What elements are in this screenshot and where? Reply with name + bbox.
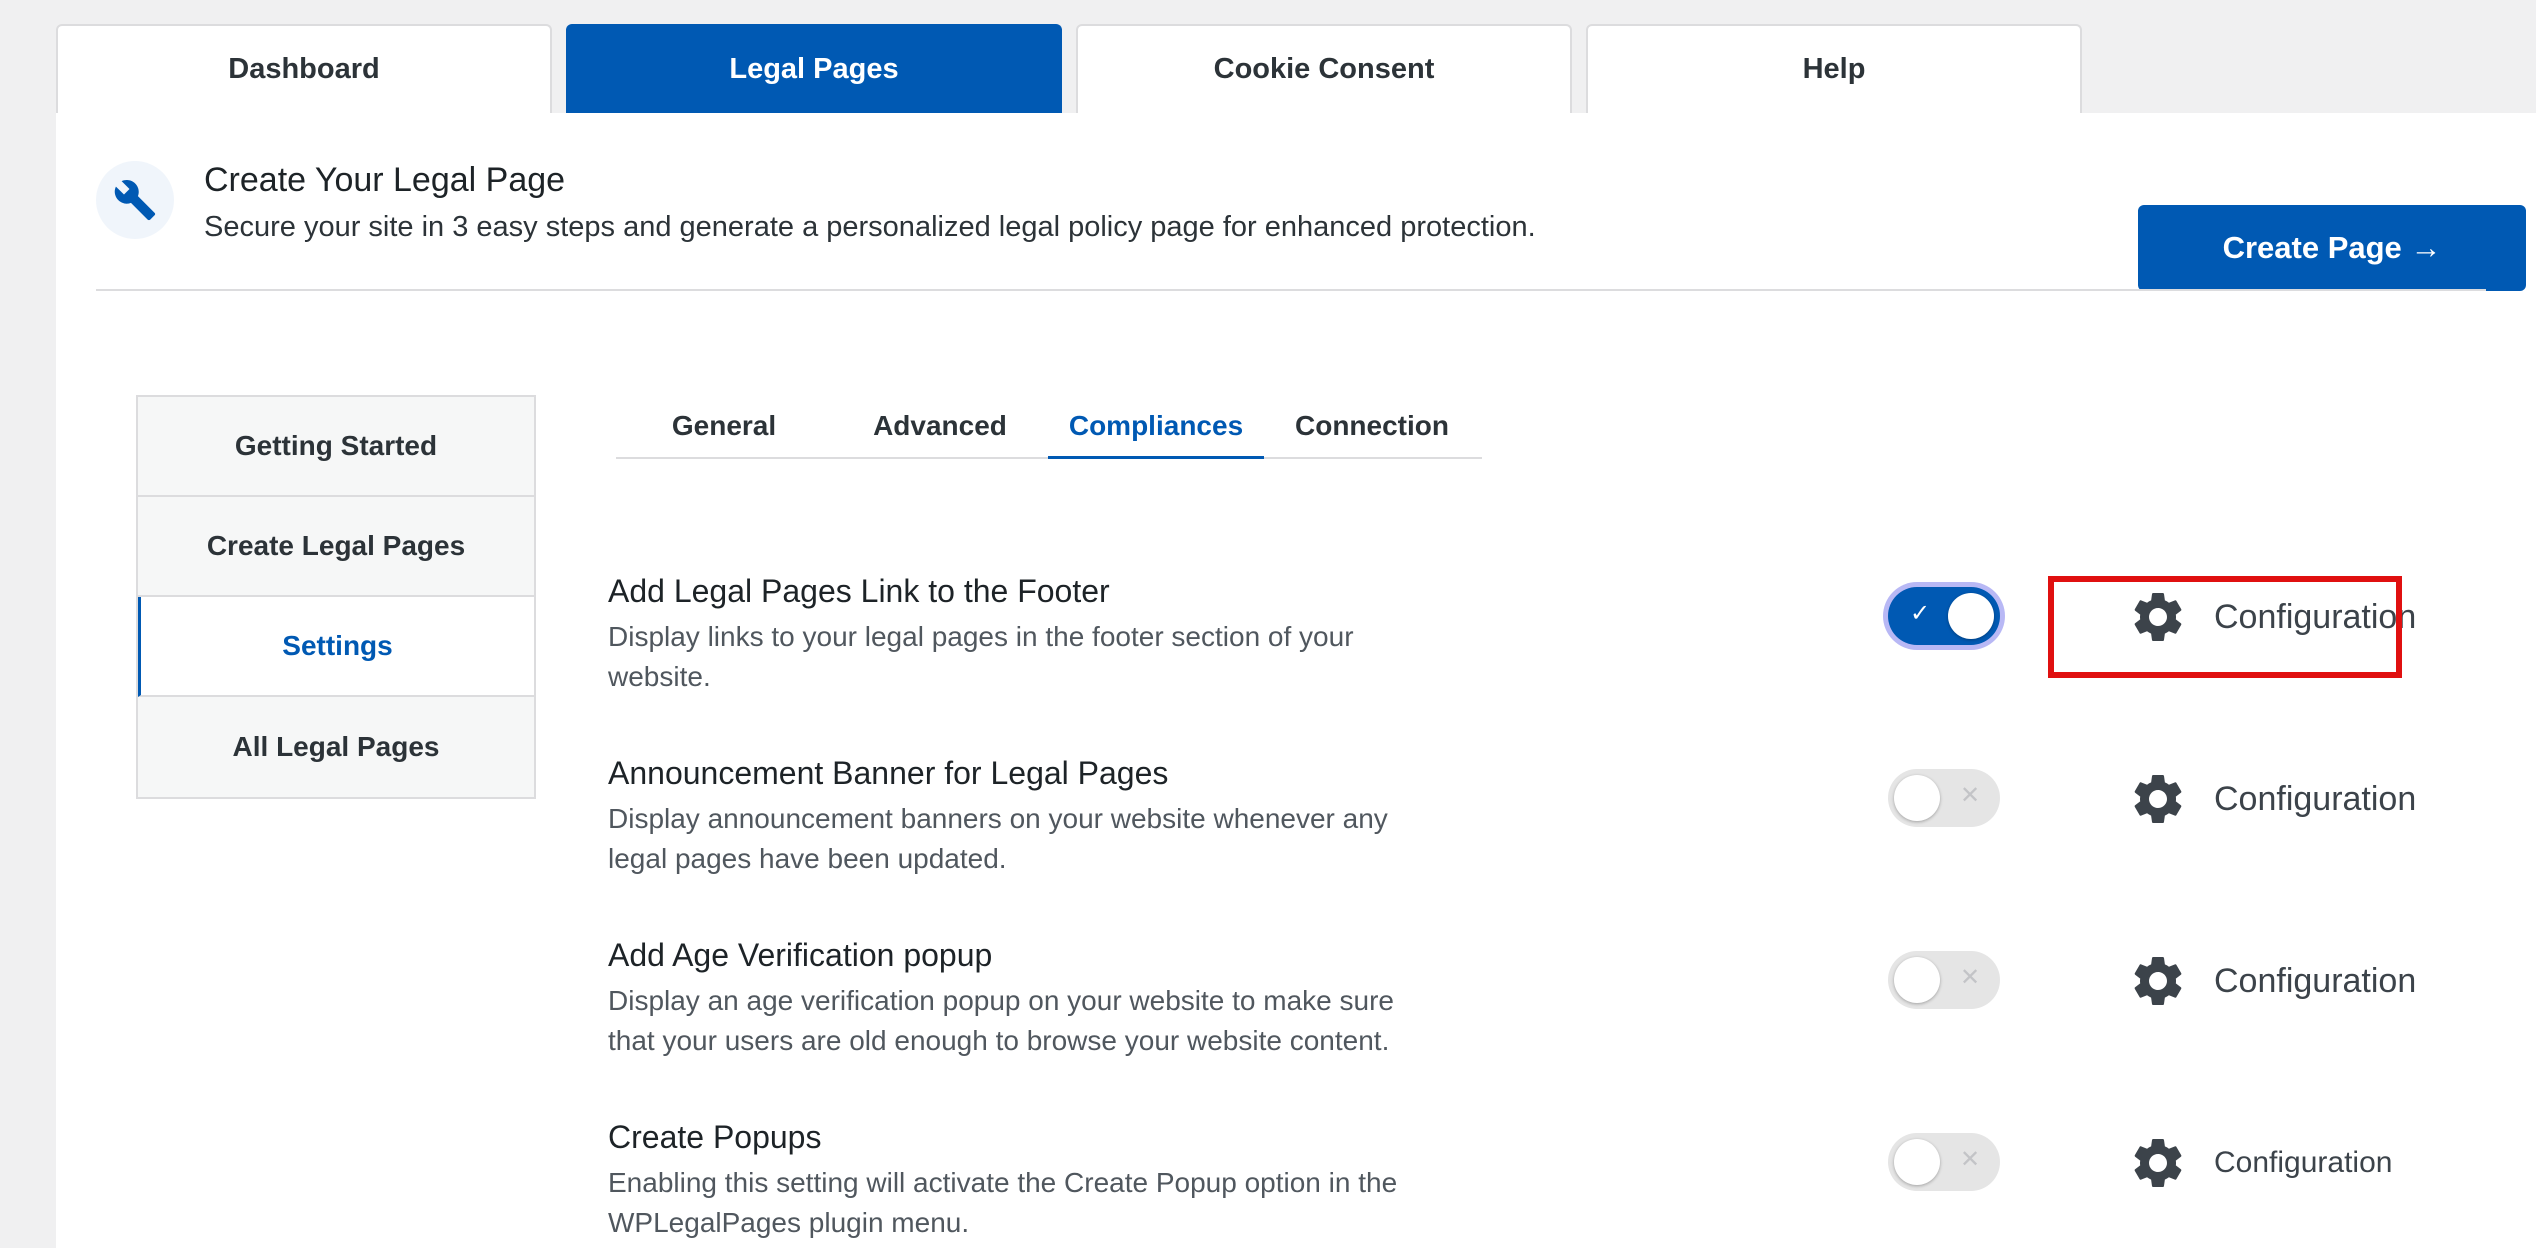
tab-cookie-consent[interactable]: Cookie Consent [1076, 24, 1572, 113]
gear-icon [2134, 1139, 2182, 1187]
announcement-banner-toggle[interactable]: ✕ [1888, 769, 2000, 827]
announcement-banner-configuration-button[interactable]: Configuration [2128, 769, 2416, 829]
age-verification-toggle[interactable]: ✕ [1888, 951, 2000, 1009]
setting-description: Display links to your legal pages in the… [608, 621, 1354, 692]
footer-links-toggle[interactable]: ✓ [1888, 587, 2000, 645]
settings-sidebar: Getting Started Create Legal Pages Setti… [136, 395, 536, 799]
setting-description: Enabling this setting will activate the … [608, 1167, 1398, 1238]
setting-title: Create Popups [608, 1119, 822, 1155]
setting-title: Add Age Verification popup [608, 937, 993, 973]
create-legal-page-banner: Create Your Legal Page Secure your site … [96, 161, 2526, 291]
tab-help[interactable]: Help [1586, 24, 2082, 113]
configuration-label: Configuration [2214, 961, 2417, 1000]
toggle-knob [1894, 957, 1940, 1003]
highlight-box [2048, 576, 2402, 678]
toggle-knob [1894, 775, 1940, 821]
sidebar-item-create-legal-pages[interactable]: Create Legal Pages [138, 497, 534, 597]
x-icon: ✕ [1960, 1146, 1981, 1173]
header-title: Create Your Legal Page [204, 161, 566, 199]
create-page-button[interactable]: Create Page → [2138, 205, 2526, 291]
main-panel: Create Your Legal Page Secure your site … [56, 113, 2536, 1248]
create-popups-configuration-button[interactable]: Configuration [2128, 1133, 2392, 1193]
check-icon: ✓ [1910, 600, 1931, 627]
header-divider [96, 289, 2486, 291]
toggle-knob [1948, 593, 1994, 639]
header-subtitle: Secure your site in 3 easy steps and gen… [204, 211, 1536, 243]
subtab-connection[interactable]: Connection [1264, 395, 1480, 457]
wrench-icon [96, 161, 174, 239]
sidebar-item-all-legal-pages[interactable]: All Legal Pages [138, 697, 534, 797]
x-icon: ✕ [1960, 782, 1981, 809]
settings-subtabs: General Advanced Compliances Connection [616, 395, 1482, 459]
subtab-general[interactable]: General [616, 395, 832, 457]
sidebar-item-settings[interactable]: Settings [138, 597, 534, 697]
create-popups-toggle[interactable]: ✕ [1888, 1133, 2000, 1191]
gear-icon [2134, 775, 2182, 823]
setting-title: Announcement Banner for Legal Pages [608, 755, 1169, 791]
gear-icon [2134, 957, 2182, 1005]
tab-legal-pages[interactable]: Legal Pages [566, 24, 1062, 113]
age-verification-configuration-button[interactable]: Configuration [2128, 951, 2416, 1011]
sidebar-item-getting-started[interactable]: Getting Started [138, 397, 534, 497]
configuration-label: Configuration [2214, 1146, 2393, 1179]
toggle-knob [1894, 1139, 1940, 1185]
setting-description: Display an age verification popup on you… [608, 985, 1394, 1056]
subtab-compliances[interactable]: Compliances [1048, 395, 1264, 459]
setting-title: Add Legal Pages Link to the Footer [608, 573, 1110, 609]
configuration-label: Configuration [2214, 779, 2417, 818]
subtab-advanced[interactable]: Advanced [832, 395, 1048, 457]
setting-description: Display announcement banners on your web… [608, 803, 1388, 874]
tab-dashboard[interactable]: Dashboard [56, 24, 552, 113]
x-icon: ✕ [1960, 964, 1981, 991]
